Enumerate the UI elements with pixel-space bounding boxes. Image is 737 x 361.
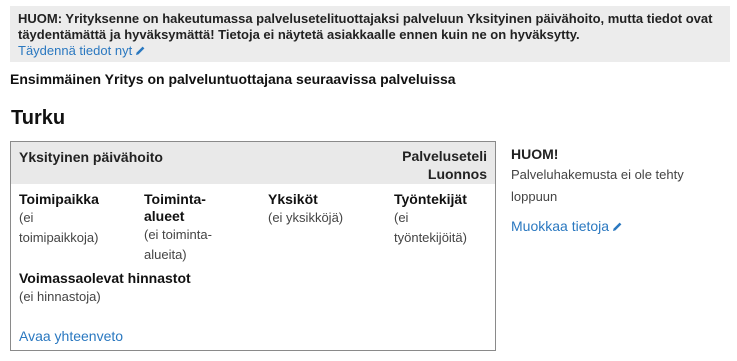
edit-info-link[interactable]: Muokkaa tietoja bbox=[511, 218, 623, 235]
pricelists-empty-text: (ei hinnastoja) bbox=[19, 289, 101, 304]
column-title: Yksiköt bbox=[268, 191, 318, 207]
service-type-status: Palveluseteli Luonnos bbox=[402, 147, 487, 183]
column-locations: Toimipaikka (ei toimipaikkoja) bbox=[19, 191, 137, 248]
column-empty-text: (ei toimipaikkoja) bbox=[19, 210, 99, 245]
incomplete-info-notice: HUOM: Yrityksenne on hakeutumassa palvel… bbox=[10, 6, 730, 62]
complete-info-link[interactable]: Täydennä tiedot nyt bbox=[18, 43, 146, 58]
city-heading: Turku bbox=[11, 107, 66, 129]
column-empty-text: (ei yksikköjä) bbox=[268, 210, 344, 225]
column-title: Työntekijät bbox=[394, 191, 467, 207]
column-empty-text: (ei toiminta- alueita) bbox=[144, 227, 212, 262]
column-employees: Työntekijät (ei työntekijöitä) bbox=[394, 191, 512, 248]
open-summary-link[interactable]: Avaa yhteenveto bbox=[19, 328, 123, 344]
service-name: Yksityinen päivähoito bbox=[19, 149, 163, 165]
side-notice-text: Palveluhakemusta ei ole tehty loppuun bbox=[511, 167, 684, 204]
column-units: Yksiköt (ei yksikköjä) bbox=[268, 191, 386, 228]
pricelists-section: Voimassaolevat hinnastot (ei hinnastoja) bbox=[19, 270, 191, 307]
column-operating-areas: Toiminta- alueet (ei toiminta- alueita) bbox=[144, 191, 262, 265]
side-notice-title: HUOM! bbox=[511, 146, 559, 162]
pricelists-title: Voimassaolevat hinnastot bbox=[19, 270, 191, 286]
services-intro-heading: Ensimmäinen Yritys on palveluntuottajana… bbox=[10, 71, 456, 87]
notice-text: HUOM: Yrityksenne on hakeutumassa palvel… bbox=[18, 11, 713, 42]
pencil-icon bbox=[135, 44, 146, 60]
edit-info-link-label: Muokkaa tietoja bbox=[511, 218, 610, 234]
column-title: Toimipaikka bbox=[19, 191, 99, 207]
side-notice: HUOM! Palveluhakemusta ei ole tehty lopp… bbox=[511, 146, 721, 236]
service-card-header: Yksityinen päivähoito Palveluseteli Luon… bbox=[11, 142, 495, 184]
complete-info-link-label: Täydennä tiedot nyt bbox=[18, 43, 133, 58]
service-card: Yksityinen päivähoito Palveluseteli Luon… bbox=[10, 141, 496, 351]
column-title: Toiminta- alueet bbox=[144, 191, 206, 224]
column-empty-text: (ei työntekijöitä) bbox=[394, 210, 467, 245]
service-status: Luonnos bbox=[427, 166, 487, 182]
pencil-icon bbox=[612, 219, 623, 235]
service-type: Palveluseteli bbox=[402, 148, 487, 164]
